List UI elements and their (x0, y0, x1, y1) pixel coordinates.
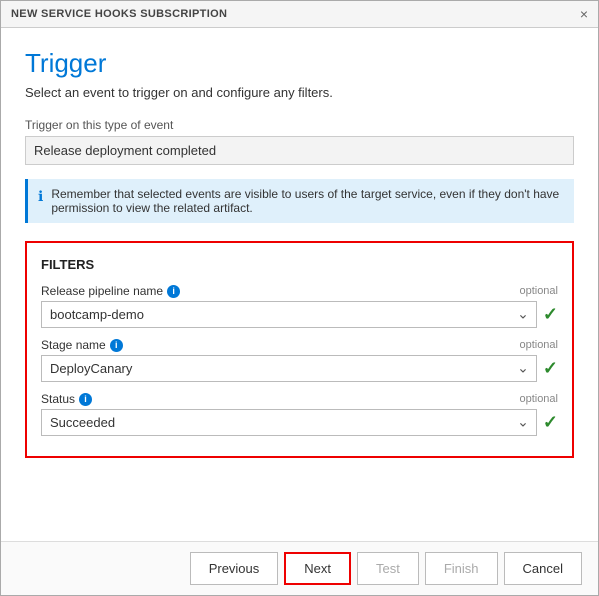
dialog: NEW SERVICE HOOKS SUBSCRIPTION × Trigger… (0, 0, 599, 596)
info-text: Remember that selected events are visibl… (51, 187, 564, 215)
filter-optional-label: optional (519, 285, 558, 297)
filter-label: Stage name i (41, 338, 123, 352)
dialog-body: Trigger Select an event to trigger on an… (1, 28, 598, 541)
dialog-title: NEW SERVICE HOOKS SUBSCRIPTION (11, 8, 227, 20)
previous-button[interactable]: Previous (190, 552, 279, 585)
finish-button[interactable]: Finish (425, 552, 498, 585)
filter-label-text: Stage name (41, 338, 106, 352)
filter-select-wrapper: [Any]bootcamp-demo (41, 301, 537, 328)
filter-select-row: [Any]bootcamp-demo ✓ (41, 301, 558, 328)
filter-label: Release pipeline name i (41, 284, 180, 298)
test-button[interactable]: Test (357, 552, 419, 585)
filter-rows: Release pipeline name i optional [Any]bootc… (41, 284, 558, 436)
filters-section: FILTERS Release pipeline name i optional [A… (25, 241, 574, 458)
filter-info-icon[interactable]: i (110, 339, 123, 352)
page-title: Trigger (25, 48, 574, 79)
close-button[interactable]: × (580, 7, 588, 21)
event-value: Release deployment completed (25, 136, 574, 165)
filter-select[interactable]: [Any]SucceededFailedPartiallySucceededCa… (41, 409, 537, 436)
filter-label-row: Statusi optional (41, 392, 558, 406)
page-subtitle: Select an event to trigger on and config… (25, 85, 574, 100)
filter-row: Statusi optional [Any]SucceededFailedParti… (41, 392, 558, 436)
filter-select-wrapper: [Any]DeployCanary (41, 355, 537, 382)
filter-check-icon: ✓ (543, 412, 558, 433)
filter-optional-label: optional (519, 393, 558, 405)
filter-label-text: Status (41, 392, 75, 406)
filter-select-row: [Any]SucceededFailedPartiallySucceededCa… (41, 409, 558, 436)
cancel-button[interactable]: Cancel (504, 552, 582, 585)
filter-info-icon[interactable]: i (79, 393, 92, 406)
filter-info-icon[interactable]: i (167, 285, 180, 298)
dialog-titlebar: NEW SERVICE HOOKS SUBSCRIPTION × (1, 1, 598, 28)
filter-label: Statusi (41, 392, 92, 406)
filter-row: Release pipeline name i optional [Any]bootc… (41, 284, 558, 328)
info-box: ℹ Remember that selected events are visi… (25, 179, 574, 223)
filter-label-text: Release pipeline name (41, 284, 163, 298)
info-icon: ℹ (38, 188, 43, 205)
filter-check-icon: ✓ (543, 304, 558, 325)
dialog-footer: Previous Next Test Finish Cancel (1, 541, 598, 595)
filter-label-row: Release pipeline name i optional (41, 284, 558, 298)
filter-select-row: [Any]DeployCanary ✓ (41, 355, 558, 382)
filter-row: Stage name i optional [Any]DeployCanary ✓ (41, 338, 558, 382)
filter-select[interactable]: [Any]bootcamp-demo (41, 301, 537, 328)
filters-title: FILTERS (41, 257, 558, 272)
event-label: Trigger on this type of event (25, 118, 574, 132)
filter-label-row: Stage name i optional (41, 338, 558, 352)
filter-check-icon: ✓ (543, 358, 558, 379)
next-button[interactable]: Next (284, 552, 351, 585)
filter-optional-label: optional (519, 339, 558, 351)
filter-select[interactable]: [Any]DeployCanary (41, 355, 537, 382)
filter-select-wrapper: [Any]SucceededFailedPartiallySucceededCa… (41, 409, 537, 436)
